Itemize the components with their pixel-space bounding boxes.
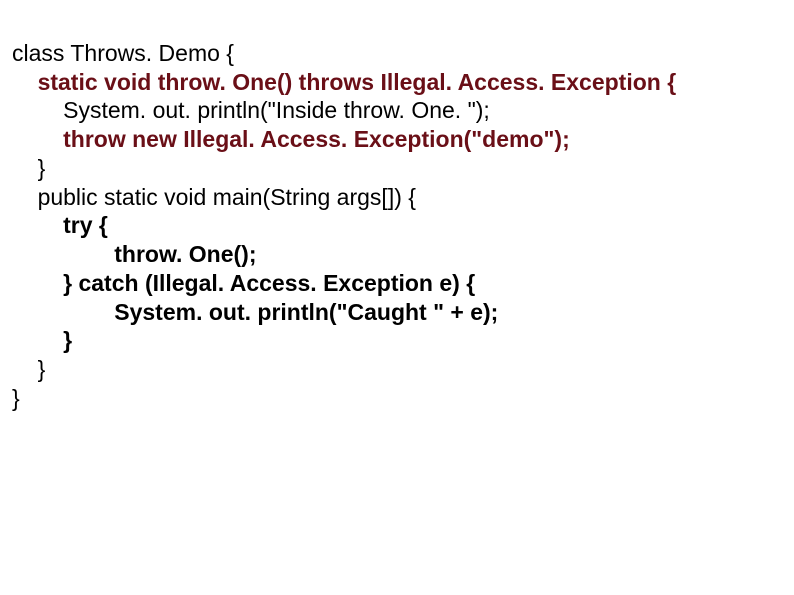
code-line-1: class Throws. Demo { <box>12 40 234 66</box>
code-line-4: throw new Illegal. Access. Exception("de… <box>63 126 570 152</box>
code-line-10: System. out. println("Caught " + e); <box>114 299 498 325</box>
code-line-6: public static void main(String args[]) { <box>38 184 416 210</box>
code-line-13: } <box>12 385 20 411</box>
code-line-11: } <box>63 327 72 353</box>
code-line-9: } catch (Illegal. Access. Exception e) { <box>63 270 475 296</box>
code-line-3: System. out. println("Inside throw. One.… <box>63 97 490 123</box>
code-block: class Throws. Demo { static void throw. … <box>12 10 782 413</box>
code-line-12: } <box>38 356 46 382</box>
code-line-7: try { <box>63 212 108 238</box>
code-line-5: } <box>38 155 46 181</box>
code-line-2: static void throw. One() throws Illegal.… <box>38 69 677 95</box>
code-line-8: throw. One(); <box>114 241 256 267</box>
